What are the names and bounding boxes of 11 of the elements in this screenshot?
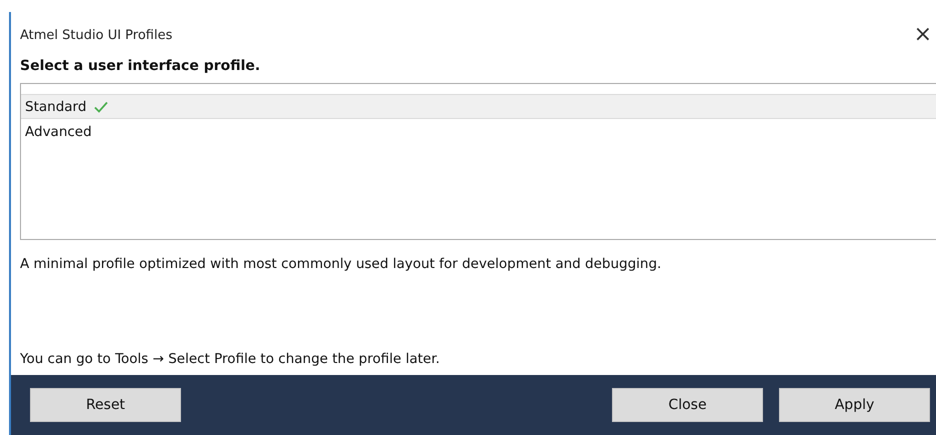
profile-item[interactable]: Standard — [21, 94, 936, 119]
hint-text: You can go to Tools → Select Profile to change the profile later. — [20, 351, 441, 367]
heading: Select a user interface profile. — [20, 58, 262, 74]
reset-button[interactable]: Reset — [30, 388, 181, 422]
profile-description: A minimal profile optimized with most commonly used layout for development and debugging. — [20, 256, 662, 272]
close-button[interactable]: × — [914, 24, 936, 46]
close-button[interactable]: Close — [612, 388, 763, 422]
checkmark-icon — [94, 100, 108, 112]
window-title: Atmel Studio UI Profiles — [20, 28, 172, 42]
profile-item[interactable]: Advanced — [21, 119, 936, 144]
apply-button[interactable]: Apply — [779, 388, 930, 422]
